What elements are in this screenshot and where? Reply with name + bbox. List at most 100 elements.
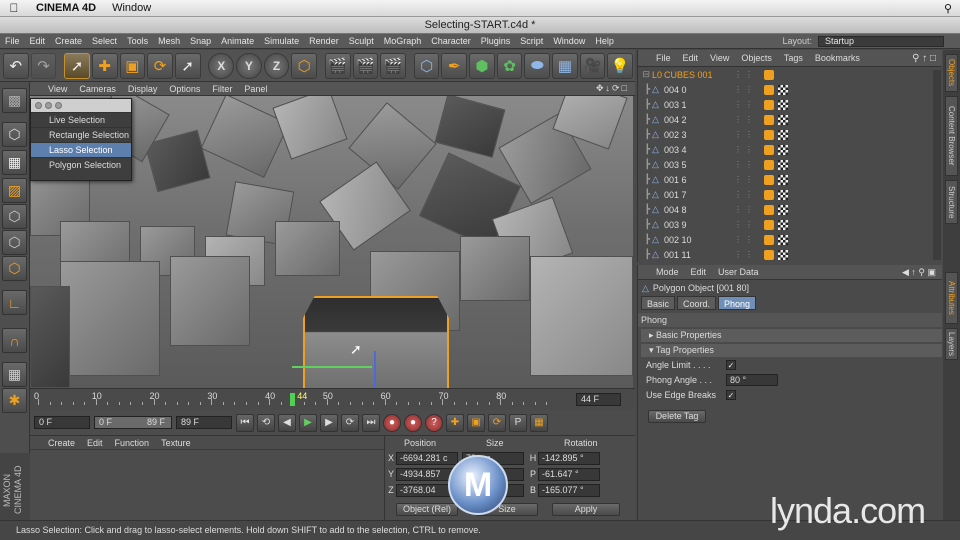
texture-tag-icon[interactable] — [764, 84, 774, 95]
menu-mograph[interactable]: MoGraph — [379, 36, 427, 46]
visibility-dots-icon[interactable]: ⋮⋮ — [734, 145, 764, 154]
render-view-icon[interactable]: 🎬 — [324, 52, 351, 79]
apple-icon[interactable]:  — [0, 1, 28, 15]
autokeying-icon[interactable]: ● — [404, 413, 422, 432]
object-row[interactable]: ┣ △ 001 11 ⋮⋮ — [638, 247, 942, 262]
object-row[interactable]: ┣ △ 003 4 ⋮⋮ — [638, 142, 942, 157]
position-key-icon[interactable]: ✚ — [446, 413, 464, 432]
popup-item-live-selection[interactable]: Live Selection — [31, 112, 131, 127]
point-level-animation-icon[interactable]: ▦ — [530, 413, 548, 432]
viewport-menu-cameras[interactable]: Cameras — [73, 84, 122, 94]
menu-create[interactable]: Create — [50, 36, 87, 46]
group-basic-properties[interactable]: ▸ Basic Properties — [641, 329, 942, 342]
om-menu-view[interactable]: View — [704, 53, 735, 63]
parameter-key-icon[interactable]: P — [509, 413, 527, 432]
menu-render[interactable]: Render — [304, 36, 344, 46]
om-menu-objects[interactable]: Objects — [735, 53, 778, 63]
coordinate-mode-dropdown[interactable]: Object (Rel) — [396, 502, 458, 516]
deformer-icon[interactable]: ⬬ — [524, 52, 551, 79]
menu-tools[interactable]: Tools — [122, 36, 153, 46]
collapse-icon[interactable]: ⊟ — [638, 69, 652, 80]
object-row[interactable]: ┣ △ 002 3 ⋮⋮ — [638, 127, 942, 142]
record-keys-icon[interactable]: ● — [383, 413, 401, 432]
object-row[interactable]: ┣ △ 004 8 ⋮⋮ — [638, 202, 942, 217]
menu-sculpt[interactable]: Sculpt — [344, 36, 379, 46]
angle-limit-checkbox[interactable]: ✓ — [726, 359, 736, 370]
phong-tag-icon[interactable] — [778, 129, 788, 140]
tab-phong[interactable]: Phong — [718, 296, 757, 310]
popup-item-rectangle-selection[interactable]: Rectangle Selection — [31, 127, 131, 142]
axis-mode-icon[interactable]: ∟ — [2, 290, 27, 315]
y-axis-icon[interactable]: Y — [236, 52, 262, 79]
am-menu-user-data[interactable]: User Data — [712, 267, 765, 277]
window-menu[interactable]: Window — [104, 2, 159, 14]
previous-frame-icon[interactable]: ◀ — [278, 413, 296, 432]
texture-mode-icon[interactable]: ▦ — [2, 150, 27, 175]
object-row[interactable]: ┣ △ 001 6 ⋮⋮ — [638, 172, 942, 187]
end-frame-field[interactable]: 89 F — [176, 416, 232, 429]
object-row[interactable]: ┣ △ 004 2 ⋮⋮ — [638, 112, 942, 127]
redo-icon[interactable]: ↷ — [30, 52, 57, 79]
go-to-end-icon[interactable]: ⏭ — [362, 413, 380, 432]
texture-tag-icon[interactable] — [764, 99, 774, 110]
playhead-marker[interactable] — [290, 393, 296, 406]
menu-file[interactable]: File — [0, 36, 25, 46]
viewport-menu-panel[interactable]: Panel — [238, 84, 273, 94]
menu-animate[interactable]: Animate — [216, 36, 259, 46]
texture-tag-icon[interactable] — [764, 114, 774, 125]
menu-simulate[interactable]: Simulate — [259, 36, 304, 46]
visibility-dots-icon[interactable]: ⋮⋮ — [734, 115, 764, 124]
render-picture-viewer-icon[interactable]: 🎬 — [352, 52, 379, 79]
phong-tag-icon[interactable] — [778, 189, 788, 200]
viewport-menu-options[interactable]: Options — [163, 84, 206, 94]
visibility-dots-icon[interactable]: ⋮⋮ — [734, 130, 764, 139]
scale-key-icon[interactable]: ▣ — [467, 413, 485, 432]
workplane-icon[interactable]: ▨ — [2, 178, 27, 203]
viewport-menu-display[interactable]: Display — [122, 84, 164, 94]
popup-item-polygon-selection[interactable]: Polygon Selection — [31, 157, 131, 172]
popup-item-lasso-selection[interactable]: Lasso Selection — [31, 142, 131, 157]
om-menu-edit[interactable]: Edit — [677, 53, 705, 63]
phong-tag-icon[interactable] — [778, 159, 788, 170]
z-axis-icon[interactable]: Z — [263, 52, 290, 79]
y-axis-handle[interactable] — [374, 351, 376, 388]
subdivision-icon[interactable]: ⬢ — [469, 52, 495, 79]
om-menu-bookmarks[interactable]: Bookmarks — [809, 53, 866, 63]
popup-close-icon[interactable] — [35, 102, 42, 109]
timeline-ruler[interactable]: 0 10 20 30 40 50 60 70 80 44 44 F — [30, 388, 635, 410]
locked-workplane-icon[interactable]: ✱ — [2, 388, 27, 413]
popup-zoom-icon[interactable] — [55, 102, 62, 109]
visibility-dots-icon[interactable]: ⋮⋮ — [734, 190, 764, 199]
tab-content-browser[interactable]: Content Browser — [945, 96, 958, 176]
phong-tag-icon[interactable] — [778, 204, 788, 215]
texture-tag-icon[interactable] — [764, 204, 774, 215]
visibility-dots-icon[interactable]: ⋮⋮ — [734, 160, 764, 169]
object-list-scrollbar[interactable] — [933, 70, 941, 260]
preview-range-slider[interactable]: 0 F 89 F — [94, 416, 172, 429]
tab-basic[interactable]: Basic — [641, 296, 676, 310]
play-icon[interactable]: ▶ — [299, 413, 317, 432]
menu-window[interactable]: Window — [548, 36, 590, 46]
rotation-key-icon[interactable]: ⟳ — [488, 413, 506, 432]
menu-snap[interactable]: Snap — [185, 36, 216, 46]
go-to-start-icon[interactable]: ⏮ — [236, 413, 254, 432]
live-selection-icon[interactable]: ➚ — [64, 52, 90, 79]
visibility-dots-icon[interactable]: ⋮⋮ — [734, 70, 764, 79]
object-row[interactable]: ┣ △ 004 0 ⋮⋮ — [638, 82, 942, 97]
material-menu-function[interactable]: Function — [109, 438, 156, 448]
start-frame-field[interactable]: 0 F — [34, 416, 90, 429]
layout-dropdown[interactable]: Startup — [818, 35, 944, 47]
visibility-dots-icon[interactable]: ⋮⋮ — [734, 85, 764, 94]
camera-icon[interactable]: 🎥 — [579, 52, 606, 79]
texture-tag-icon[interactable] — [764, 159, 774, 170]
selected-cube[interactable] — [303, 296, 449, 388]
light-icon[interactable]: 💡 — [607, 52, 634, 79]
phong-tag-icon[interactable] — [778, 144, 788, 155]
rotation-b-field[interactable]: -165.077 ° — [538, 483, 600, 497]
material-menu-edit[interactable]: Edit — [81, 438, 109, 448]
visibility-dots-icon[interactable]: ⋮⋮ — [734, 205, 764, 214]
floor-icon[interactable]: ▦ — [552, 52, 578, 79]
phong-tag-icon[interactable] — [778, 234, 788, 245]
texture-tag-icon[interactable] — [764, 219, 774, 230]
object-row[interactable]: ┣ △ 001 7 ⋮⋮ — [638, 187, 942, 202]
